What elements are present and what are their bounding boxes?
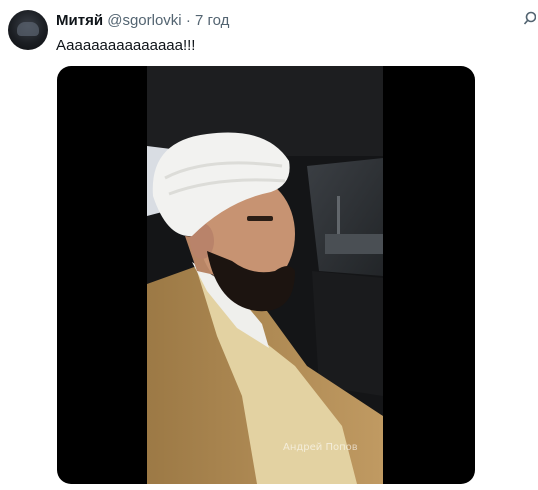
tweet-text: Ааааааааааааааа!!! — [56, 37, 196, 54]
tweet-header: Митяй @sgorlovki · 7 год — [56, 12, 229, 30]
video-frame — [147, 66, 383, 484]
video-watermark: Андрей Попов — [283, 442, 358, 453]
tweet-video[interactable]: Андрей Попов — [57, 66, 475, 484]
tweet-timestamp[interactable]: 7 год — [195, 12, 229, 29]
more-options-icon[interactable] — [522, 10, 536, 28]
author-name[interactable]: Митяй — [56, 12, 103, 29]
separator-dot: · — [185, 12, 191, 29]
user-avatar-icon[interactable] — [8, 10, 48, 50]
author-handle[interactable]: @sgorlovki — [107, 12, 181, 29]
avatar-figure — [17, 22, 39, 36]
